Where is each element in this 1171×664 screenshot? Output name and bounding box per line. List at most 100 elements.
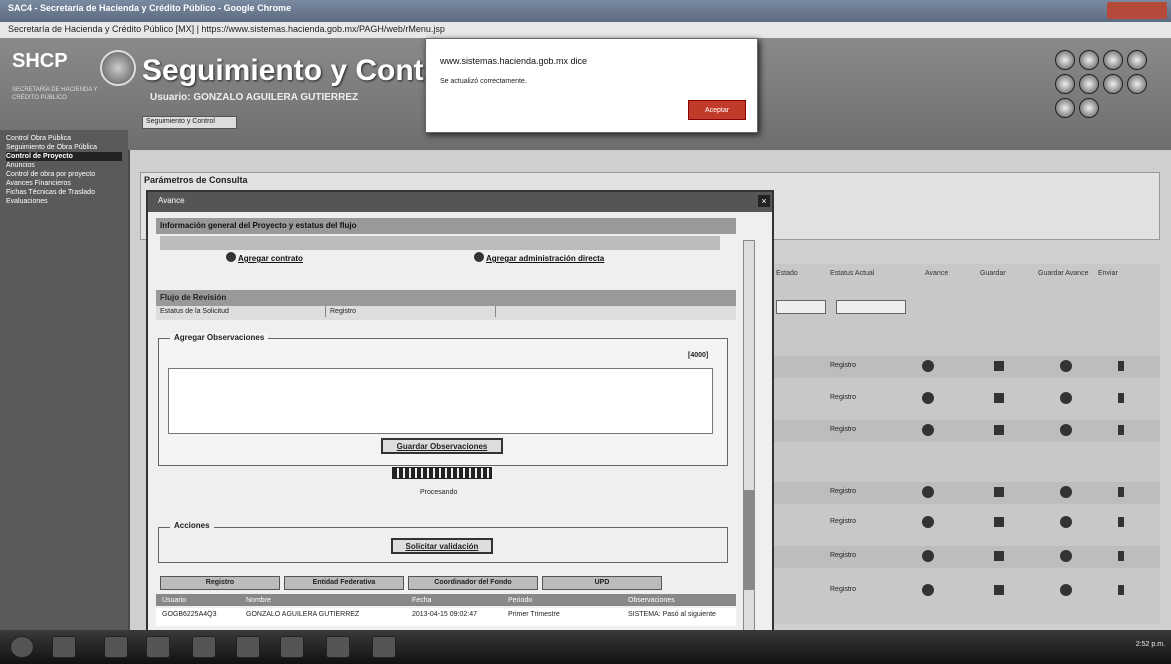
- tab-registro[interactable]: Registro: [326, 306, 496, 317]
- acrobat-icon[interactable]: [236, 636, 260, 658]
- sidebar-item[interactable]: Avances Financieros: [6, 179, 122, 188]
- grid-header: Guardar: [980, 270, 1006, 277]
- grid-header: Estatus Actual: [830, 270, 875, 277]
- table-row[interactable]: Registro: [770, 356, 1160, 378]
- user-icon[interactable]: [1103, 50, 1123, 70]
- save-icon: [994, 517, 1004, 527]
- send-icon: [1118, 425, 1124, 435]
- settings-icon[interactable]: [1055, 98, 1075, 118]
- edit-icon: [922, 424, 934, 436]
- tab-coordinador[interactable]: Coordinador del Fondo: [408, 576, 538, 590]
- taskbar: [0, 630, 1171, 664]
- add-icon[interactable]: [474, 252, 484, 262]
- logo-subtitle: SECRETARÍA DE HACIENDA Y CRÉDITO PÚBLICO: [12, 87, 98, 101]
- toolbar-button[interactable]: Seguimiento y Control: [142, 116, 237, 129]
- char-counter: [4000]: [688, 352, 709, 359]
- close-icon[interactable]: ×: [758, 195, 770, 207]
- actions-legend: Acciones: [170, 521, 214, 530]
- app-icon[interactable]: [280, 636, 304, 658]
- dialog-title: www.sistemas.hacienda.gob.mx dice: [440, 56, 588, 66]
- acrobat-icon[interactable]: [326, 636, 350, 658]
- ie-icon[interactable]: [52, 636, 76, 658]
- grid-header: Estado: [776, 270, 798, 277]
- sidebar-item[interactable]: Control de obra por proyecto: [6, 170, 122, 179]
- calendar-icon[interactable]: [1127, 74, 1147, 94]
- sidebar-item[interactable]: Evaluaciones: [6, 197, 122, 206]
- save-observations-button[interactable]: Guardar Observaciones: [381, 438, 503, 454]
- edit-icon: [922, 516, 934, 528]
- grid-header: Enviar: [1098, 270, 1118, 277]
- chrome-icon[interactable]: [146, 636, 170, 658]
- print-icon[interactable]: [1055, 50, 1075, 70]
- close-icon[interactable]: [1055, 74, 1075, 94]
- tab-registro[interactable]: Registro: [160, 576, 280, 590]
- tab-entidad[interactable]: Entidad Federativa: [284, 576, 404, 590]
- edit-icon: [922, 486, 934, 498]
- request-validation-button[interactable]: Solicitar validación: [391, 538, 493, 554]
- sidebar-item[interactable]: Fichas Técnicas de Traslado: [6, 188, 122, 197]
- save-icon: [994, 487, 1004, 497]
- dialog-message: Se actualizó correctamente.: [440, 78, 527, 85]
- send-icon: [1118, 487, 1124, 497]
- target-icon: [1060, 516, 1072, 528]
- mail-icon[interactable]: [1103, 74, 1123, 94]
- observations-legend: Agregar Observaciones: [170, 333, 269, 342]
- target-icon: [1060, 360, 1072, 372]
- modal-title: Avance: [148, 192, 772, 212]
- edit-icon: [922, 584, 934, 596]
- emblem-icon: [100, 50, 136, 86]
- address-bar[interactable]: Secretaría de Hacienda y Crédito Público…: [0, 22, 1171, 38]
- table-row[interactable]: Registro: [770, 580, 1160, 602]
- info-strip: [160, 236, 720, 250]
- user-name: Usuario: GONZALO AGUILERA GUTIERREZ: [150, 92, 359, 103]
- params-title: Parámetros de Consulta: [144, 175, 248, 185]
- scrollbar-thumb[interactable]: [744, 490, 754, 590]
- phone-icon[interactable]: [1079, 50, 1099, 70]
- add-direct-admin-link[interactable]: Agregar administración directa: [486, 254, 604, 263]
- browser-title-bar: SAC4 - Secretaría de Hacienda y Crédito …: [0, 0, 1171, 22]
- history-tabs: Registro Entidad Federativa Coordinador …: [156, 576, 736, 590]
- tab-upd[interactable]: UPD: [542, 576, 662, 590]
- taskbar-clock: 2:52 p.m.: [1135, 641, 1165, 648]
- history-table-row[interactable]: GOGB6225A4Q3 GONZALO AGUILERA GUTIERREZ …: [156, 608, 736, 626]
- tab-request-status[interactable]: Estatus de la Solicitud: [156, 306, 326, 317]
- section-general-info: Información general del Proyecto y estat…: [156, 218, 736, 234]
- sidebar-item[interactable]: Seguimiento de Obra Pública: [6, 143, 122, 152]
- start-icon[interactable]: [10, 636, 34, 658]
- sidebar-item[interactable]: Anuncios: [6, 161, 122, 170]
- sidebar-item[interactable]: Control Obra Pública: [6, 134, 122, 143]
- grid-header: Avance: [925, 270, 949, 277]
- grid-filter-select[interactable]: [836, 300, 906, 314]
- section-review-flow: Flujo de Revisión: [156, 290, 736, 306]
- send-icon: [1118, 361, 1124, 371]
- observations-textarea[interactable]: [168, 368, 713, 434]
- send-icon: [1118, 551, 1124, 561]
- send-icon: [1118, 517, 1124, 527]
- table-row[interactable]: Registro: [770, 546, 1160, 568]
- accept-button[interactable]: Aceptar: [688, 100, 746, 120]
- target-icon: [1060, 424, 1072, 436]
- info-icon[interactable]: [1079, 74, 1099, 94]
- window-title: SAC4 - Secretaría de Hacienda y Crédito …: [8, 3, 292, 13]
- home-icon[interactable]: [1127, 50, 1147, 70]
- save-icon: [994, 393, 1004, 403]
- window-controls[interactable]: [1107, 2, 1167, 19]
- add-icon[interactable]: [226, 252, 236, 262]
- table-row[interactable]: Registro: [770, 512, 1160, 534]
- help-icon[interactable]: [1079, 98, 1099, 118]
- processing-text: Procesando: [420, 489, 458, 496]
- target-icon: [1060, 392, 1072, 404]
- add-contract-link[interactable]: Agregar contrato: [238, 254, 303, 263]
- edit-icon: [922, 550, 934, 562]
- sidebar-item-selected[interactable]: Control de Proyecto: [6, 152, 122, 161]
- results-grid: [770, 264, 1160, 624]
- table-row[interactable]: Registro: [770, 388, 1160, 410]
- folder-icon[interactable]: [192, 636, 216, 658]
- table-row[interactable]: Registro: [770, 420, 1160, 442]
- word-icon[interactable]: [372, 636, 396, 658]
- history-table-header: Usuario Nombre Fecha Periodo Observacion…: [156, 594, 736, 606]
- table-row[interactable]: Registro: [770, 482, 1160, 504]
- review-tabs: Estatus de la Solicitud Registro: [156, 306, 736, 320]
- media-icon[interactable]: [104, 636, 128, 658]
- grid-filter-select[interactable]: [776, 300, 826, 314]
